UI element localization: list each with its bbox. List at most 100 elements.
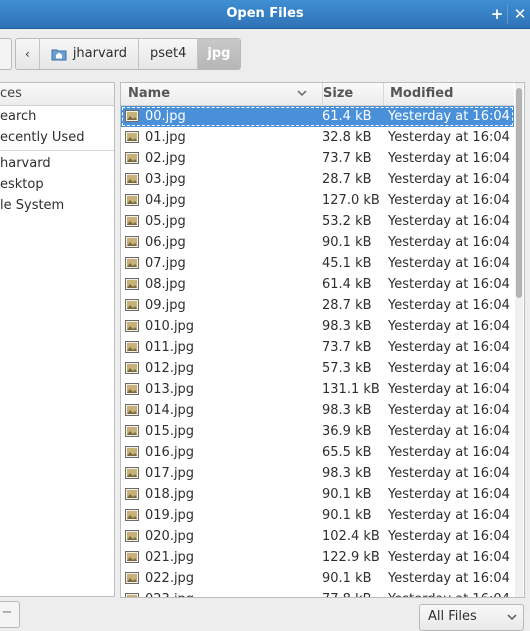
home-folder-icon	[51, 49, 67, 61]
table-row[interactable]: 023.jpg 77.8 kB Yesterday at 16:04	[121, 589, 514, 597]
table-row[interactable]: 013.jpg 131.1 kB Yesterday at 16:04	[121, 379, 514, 400]
table-row[interactable]: 020.jpg 102.4 kB Yesterday at 16:04	[121, 526, 514, 547]
file-size: 61.4 kB	[322, 109, 372, 124]
image-file-icon	[125, 194, 139, 206]
image-file-icon	[125, 551, 139, 563]
vertical-scrollbar[interactable]	[515, 83, 523, 597]
file-size: 90.1 kB	[322, 571, 372, 586]
image-file-icon	[125, 236, 139, 248]
file-modified: Yesterday at 16:04	[388, 361, 510, 376]
table-row[interactable]: 018.jpg 90.1 kB Yesterday at 16:04	[121, 484, 514, 505]
file-modified: Yesterday at 16:04	[388, 508, 510, 523]
image-file-icon	[125, 299, 139, 311]
breadcrumb: ‹ jharvard pset4 jpg	[15, 38, 241, 70]
scrollbar-thumb[interactable]	[516, 88, 522, 298]
image-file-icon	[125, 320, 139, 332]
file-list-header: Name Size Modified	[121, 83, 514, 106]
image-file-icon	[125, 131, 139, 143]
file-size: 45.1 kB	[322, 256, 372, 271]
image-file-icon	[125, 572, 139, 584]
file-modified: Yesterday at 16:04	[388, 277, 510, 292]
file-size: 98.3 kB	[322, 403, 372, 418]
table-row[interactable]: 05.jpg 53.2 kB Yesterday at 16:04	[121, 211, 514, 232]
table-row[interactable]: 04.jpg 127.0 kB Yesterday at 16:04	[121, 190, 514, 211]
file-name: 05.jpg	[145, 214, 186, 229]
file-name: 022.jpg	[145, 571, 195, 586]
table-row[interactable]: 00.jpg 61.4 kB Yesterday at 16:04	[121, 106, 514, 127]
file-name: 023.jpg	[145, 589, 194, 597]
file-list: Name Size Modified 00.jpg 61.4 kB Yesterda…	[120, 82, 525, 598]
column-header-name[interactable]: Name	[121, 83, 323, 105]
sidebar-item-search[interactable]: earch	[0, 106, 114, 127]
file-size: 90.1 kB	[322, 487, 372, 502]
sidebar-item-recently-used[interactable]: ecently Used	[0, 127, 114, 148]
image-file-icon	[125, 509, 139, 521]
table-row[interactable]: 014.jpg 98.3 kB Yesterday at 16:04	[121, 400, 514, 421]
maximize-button[interactable]: +	[487, 4, 508, 24]
column-header-size[interactable]: Size	[316, 83, 384, 105]
table-row[interactable]: 021.jpg 122.9 kB Yesterday at 16:04	[121, 547, 514, 568]
table-row[interactable]: 017.jpg 98.3 kB Yesterday at 16:04	[121, 463, 514, 484]
file-modified: Yesterday at 16:04	[388, 571, 510, 586]
file-modified: Yesterday at 16:04	[388, 130, 510, 145]
file-modified: Yesterday at 16:04	[388, 235, 510, 250]
image-file-icon	[125, 257, 139, 269]
table-row[interactable]: 02.jpg 73.7 kB Yesterday at 16:04	[121, 148, 514, 169]
close-button[interactable]: ✕	[510, 4, 530, 24]
table-row[interactable]: 019.jpg 90.1 kB Yesterday at 16:04	[121, 505, 514, 526]
file-type-filter[interactable]: All Files	[419, 604, 524, 631]
sidebar-item-desktop[interactable]: esktop	[0, 174, 114, 195]
file-size: 73.7 kB	[322, 151, 372, 166]
file-name: 021.jpg	[145, 550, 195, 565]
image-file-icon	[125, 467, 139, 479]
file-modified: Yesterday at 16:04	[388, 382, 510, 397]
file-modified: Yesterday at 16:04	[388, 298, 510, 313]
path-segment-jharvard[interactable]: jharvard	[40, 39, 140, 69]
places-sidebar: ces earch ecently Used harvard esktop le…	[0, 82, 115, 597]
table-row[interactable]: 03.jpg 28.7 kB Yesterday at 16:04	[121, 169, 514, 190]
table-row[interactable]: 09.jpg 28.7 kB Yesterday at 16:04	[121, 295, 514, 316]
places-header: ces	[0, 83, 114, 106]
file-modified: Yesterday at 16:04	[388, 340, 510, 355]
table-row[interactable]: 022.jpg 90.1 kB Yesterday at 16:04	[121, 568, 514, 589]
title-bar: Open Files + ✕	[0, 0, 530, 29]
path-back-button[interactable]: ‹	[16, 39, 40, 69]
sidebar-item-home[interactable]: harvard	[0, 153, 114, 174]
image-file-icon	[125, 446, 139, 458]
table-row[interactable]: 011.jpg 73.7 kB Yesterday at 16:04	[121, 337, 514, 358]
table-row[interactable]: 012.jpg 57.3 kB Yesterday at 16:04	[121, 358, 514, 379]
file-size: 131.1 kB	[322, 382, 380, 397]
filter-value: All Files	[428, 609, 477, 624]
image-file-icon	[125, 362, 139, 374]
sidebar-item-label: le System	[0, 198, 65, 213]
path-segment-jpg[interactable]: jpg	[198, 39, 240, 69]
file-name: 00.jpg	[145, 109, 186, 124]
sort-descending-icon	[297, 90, 307, 97]
sidebar-separator	[0, 150, 114, 151]
table-row[interactable]: 07.jpg 45.1 kB Yesterday at 16:04	[121, 253, 514, 274]
remove-bookmark-button[interactable]: −	[0, 601, 20, 628]
image-file-icon	[125, 488, 139, 500]
table-row[interactable]: 08.jpg 61.4 kB Yesterday at 16:04	[121, 274, 514, 295]
file-size: 28.7 kB	[322, 298, 372, 313]
table-row[interactable]: 015.jpg 36.9 kB Yesterday at 16:04	[121, 421, 514, 442]
path-segment-pset4[interactable]: pset4	[139, 39, 199, 69]
table-row[interactable]: 010.jpg 98.3 kB Yesterday at 16:04	[121, 316, 514, 337]
sidebar-item-label: earch	[0, 109, 37, 124]
sidebar-item-label: harvard	[0, 156, 51, 171]
file-size: 36.9 kB	[322, 424, 372, 439]
sidebar-item-file-system[interactable]: le System	[0, 195, 114, 216]
file-name: 08.jpg	[145, 277, 186, 292]
file-size: 32.8 kB	[322, 130, 372, 145]
file-name: 013.jpg	[145, 382, 195, 397]
column-header-modified[interactable]: Modified	[384, 83, 512, 105]
table-row[interactable]: 01.jpg 32.8 kB Yesterday at 16:04	[121, 127, 514, 148]
image-file-icon	[125, 530, 139, 542]
file-size: 90.1 kB	[322, 508, 372, 523]
table-row[interactable]: 06.jpg 90.1 kB Yesterday at 16:04	[121, 232, 514, 253]
image-file-icon	[125, 215, 139, 227]
location-toggle-button[interactable]	[0, 38, 12, 70]
table-row[interactable]: 016.jpg 65.5 kB Yesterday at 16:04	[121, 442, 514, 463]
file-name: 02.jpg	[145, 151, 186, 166]
file-size: 61.4 kB	[322, 277, 372, 292]
